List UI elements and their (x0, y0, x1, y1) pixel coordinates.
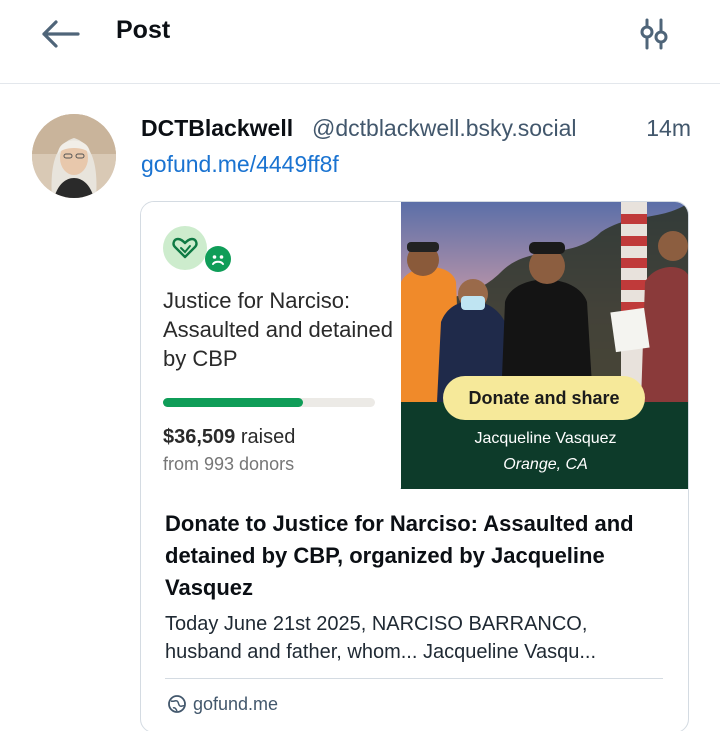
card-description: Today June 21st 2025, NARCISO BARRANCO, … (165, 610, 665, 666)
raised-value: $36,509 (163, 426, 236, 448)
campaign-photo-panel: Donate and share Jacqueline Vasquez Oran… (401, 202, 688, 489)
campaign-photo (401, 202, 688, 402)
post-header: Post (0, 0, 720, 84)
fundraising-progress-bar (163, 398, 375, 407)
gofundme-logo-icon (163, 226, 207, 270)
card-domain: gofund.me (167, 692, 278, 716)
progress-fill (163, 398, 303, 407)
avatar-image (32, 114, 116, 198)
globe-icon (168, 695, 186, 713)
raised-amount: $36,509 raised (163, 426, 295, 449)
sad-face-icon (205, 246, 231, 272)
card-thumbnail: Justice for Narciso: Assaulted and detai… (141, 202, 688, 489)
organizer-location: Orange, CA (503, 456, 588, 473)
author-handle[interactable]: @dctblackwell.bsky.social (312, 115, 577, 142)
post-timestamp[interactable]: 14m (646, 115, 691, 142)
card-divider (165, 678, 663, 679)
card-domain-text: gofund.me (193, 693, 279, 714)
thread-options-button[interactable] (632, 12, 676, 56)
post-link[interactable]: gofund.me/4449ff8f (141, 151, 339, 178)
link-preview-card[interactable]: Justice for Narciso: Assaulted and detai… (140, 201, 689, 731)
sliders-icon (640, 18, 668, 50)
author-display-name[interactable]: DCTBlackwell (141, 115, 293, 142)
card-description-line: husband and father, whom... Jacqueline V… (165, 641, 597, 663)
arrow-left-icon (42, 20, 80, 48)
donor-count: from 993 donors (163, 454, 295, 474)
post-meta: DCTBlackwell @dctblackwell.bsky.social 1… (141, 115, 691, 145)
back-button[interactable] (38, 14, 82, 54)
organizer-name: Jacqueline Vasquez (474, 430, 617, 447)
card-description-line: Today June 21st 2025, NARCISO BARRANCO, (165, 613, 588, 635)
page-title: Post (116, 16, 171, 44)
card-title: Donate to Justice for Narciso: Assaulted… (165, 511, 634, 600)
raised-suffix: raised (235, 426, 296, 448)
author-avatar[interactable] (32, 114, 116, 198)
campaign-title: Justice for Narciso: Assaulted and detai… (163, 288, 393, 371)
donate-and-share-button: Donate and share (443, 376, 645, 420)
campaign-summary: Justice for Narciso: Assaulted and detai… (141, 202, 400, 489)
